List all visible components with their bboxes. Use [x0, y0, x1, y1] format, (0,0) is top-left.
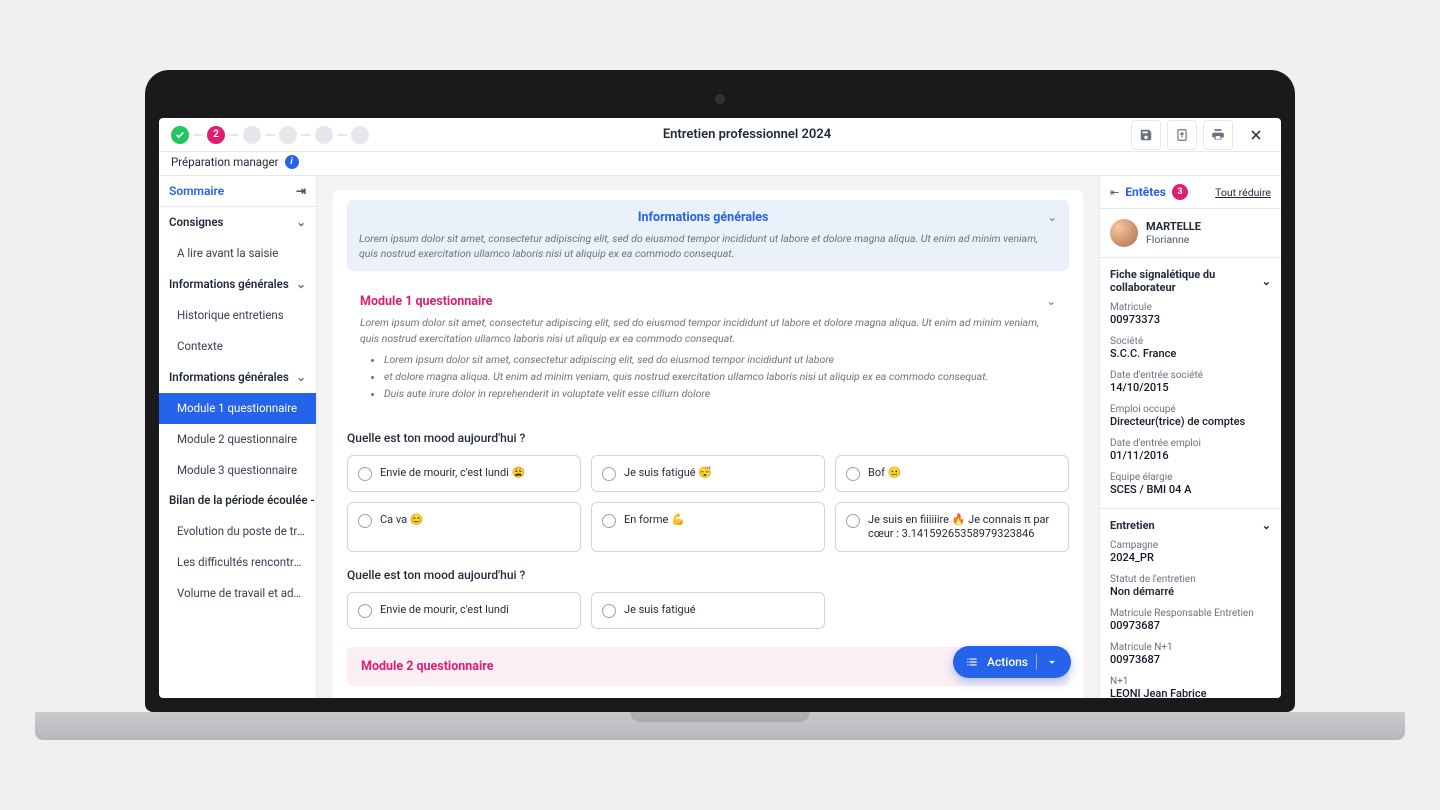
- field: Campagne2024_PR: [1100, 538, 1281, 572]
- user-firstname: Florianne: [1146, 233, 1201, 246]
- step-upcoming: [351, 126, 369, 144]
- step-completed[interactable]: [171, 126, 189, 144]
- radio-option[interactable]: Je suis fatigué 😴: [591, 455, 825, 492]
- chevron-down-icon: ⌄: [1262, 275, 1271, 288]
- question-label: Quelle est ton mood aujourd'hui ?: [347, 431, 1069, 445]
- card-title: Informations générales: [359, 210, 1057, 225]
- sidebar-item[interactable]: Volume de travail et adéquation: [159, 578, 316, 609]
- field: Matricule Responsable Entretien00973687: [1100, 606, 1281, 640]
- collapse-sidebar-icon[interactable]: ⇥: [296, 184, 306, 198]
- info-icon[interactable]: i: [285, 155, 299, 169]
- radio-option[interactable]: En forme 💪: [591, 502, 825, 553]
- step-upcoming: [315, 126, 333, 144]
- module-card: ⌄ Module 1 questionnaire Lorem ipsum dol…: [347, 283, 1069, 414]
- actions-fab[interactable]: Actions: [953, 646, 1071, 678]
- app-window: 2 Entretien professionnel 2024: [159, 118, 1281, 698]
- close-button[interactable]: [1243, 120, 1269, 150]
- sidebar-item[interactable]: Contexte: [159, 331, 316, 362]
- sidebar-item[interactable]: Module 2 questionnaire: [159, 424, 316, 455]
- right-panel-title: Entêtes: [1125, 185, 1166, 199]
- chevron-down-icon: ⌄: [315, 493, 316, 508]
- sidebar: Sommaire ⇥ Consignes⌄ A lire avant la sa…: [159, 176, 317, 698]
- chevron-down-icon: ⌄: [1262, 519, 1271, 532]
- step-current[interactable]: 2: [207, 126, 225, 144]
- radio-option[interactable]: Envie de mourir, c'est lundi 😩: [347, 455, 581, 492]
- print-button[interactable]: [1203, 120, 1233, 150]
- sidebar-item[interactable]: Historique entretiens: [159, 300, 316, 331]
- chevron-down-icon: ⌄: [296, 370, 306, 385]
- radio-option[interactable]: Envie de mourir, c'est lundi: [347, 592, 581, 629]
- breadcrumb: Préparation manager: [171, 155, 279, 169]
- radio-option[interactable]: Je suis fatigué: [591, 592, 825, 629]
- radio-icon: [358, 514, 372, 528]
- field: Date d'entrée emploi01/11/2016: [1100, 436, 1281, 470]
- chevron-down-icon[interactable]: ⌄: [1046, 294, 1056, 308]
- radio-icon: [846, 514, 860, 528]
- radio-icon: [602, 467, 616, 481]
- field: Equipe élargieSCES / BMI 04 A: [1100, 470, 1281, 504]
- header-subtitle-bar: Préparation manager i: [159, 152, 1281, 176]
- right-section-header[interactable]: Entretien⌄: [1100, 508, 1281, 538]
- radio-option[interactable]: Ca va 😊: [347, 502, 581, 553]
- chevron-down-icon[interactable]: ⌄: [1047, 210, 1057, 224]
- radio-icon: [358, 604, 372, 618]
- right-section-header[interactable]: Fiche signalétique du collaborateur⌄: [1100, 258, 1281, 300]
- field: Statut de l'entretienNon démarré: [1100, 572, 1281, 606]
- card-title: Module 1 questionnaire: [360, 294, 1056, 309]
- card-description: Lorem ipsum dolor sit amet, consectetur …: [359, 231, 1057, 261]
- right-panel: ⇤ Entêtes 3 Tout réduire MARTELLE Floria…: [1099, 176, 1281, 698]
- field: Matricule00973373: [1100, 300, 1281, 334]
- radio-icon: [602, 604, 616, 618]
- sidebar-item[interactable]: Evolution du poste de travail et: [159, 516, 316, 547]
- sidebar-item[interactable]: A lire avant la saisie: [159, 238, 316, 269]
- progress-stepper: 2: [171, 126, 369, 144]
- main-content: ⌄ Informations générales Lorem ipsum dol…: [317, 176, 1099, 698]
- question-label: Quelle est ton mood aujourd'hui ?: [347, 568, 1069, 582]
- radio-option[interactable]: Je suis en fiiiiiire 🔥 Je connais π par …: [835, 502, 1069, 553]
- step-upcoming: [243, 126, 261, 144]
- radio-icon: [358, 467, 372, 481]
- radio-icon: [846, 467, 860, 481]
- export-button[interactable]: [1167, 120, 1197, 150]
- sidebar-section[interactable]: Bilan de la période écoulée -⌄: [159, 485, 316, 516]
- card-description: Lorem ipsum dolor sit amet, consectetur …: [360, 315, 1056, 401]
- radio-option[interactable]: Bof 😐: [835, 455, 1069, 492]
- user-card: MARTELLE Florianne: [1100, 209, 1281, 258]
- info-card: ⌄ Informations générales Lorem ipsum dol…: [347, 200, 1069, 271]
- page-title: Entretien professionnel 2024: [369, 127, 1125, 142]
- field: Matricule N+100973687: [1100, 640, 1281, 674]
- count-badge: 3: [1172, 184, 1188, 200]
- save-button[interactable]: [1131, 120, 1161, 150]
- radio-icon: [602, 514, 616, 528]
- chevron-down-icon: ⌄: [296, 215, 306, 230]
- sidebar-section[interactable]: Informations générales⌄: [159, 362, 316, 393]
- field: Date d'entrée société14/10/2015: [1100, 368, 1281, 402]
- avatar: [1110, 219, 1138, 247]
- sidebar-item[interactable]: Les difficultés rencontrées dans: [159, 547, 316, 578]
- list-icon: [965, 655, 979, 669]
- chevron-down-icon: [1045, 655, 1059, 669]
- sidebar-section[interactable]: Consignes⌄: [159, 207, 316, 238]
- actions-label: Actions: [987, 655, 1028, 669]
- expand-panel-icon[interactable]: ⇤: [1110, 186, 1119, 199]
- sidebar-item-active[interactable]: Module 1 questionnaire: [159, 393, 316, 424]
- field: Emploi occupéDirecteur(trice) de comptes: [1100, 402, 1281, 436]
- collapse-all-link[interactable]: Tout réduire: [1215, 186, 1271, 199]
- chevron-down-icon: ⌄: [296, 277, 306, 292]
- sidebar-item[interactable]: Module 3 questionnaire: [159, 455, 316, 486]
- step-upcoming: [279, 126, 297, 144]
- header-bar: 2 Entretien professionnel 2024: [159, 118, 1281, 152]
- field: N+1LEONI Jean Fabrice: [1100, 674, 1281, 698]
- sidebar-section[interactable]: Informations générales⌄: [159, 269, 316, 300]
- sidebar-title: Sommaire: [169, 184, 224, 198]
- field: SociétéS.C.C. France: [1100, 334, 1281, 368]
- user-lastname: MARTELLE: [1146, 220, 1201, 233]
